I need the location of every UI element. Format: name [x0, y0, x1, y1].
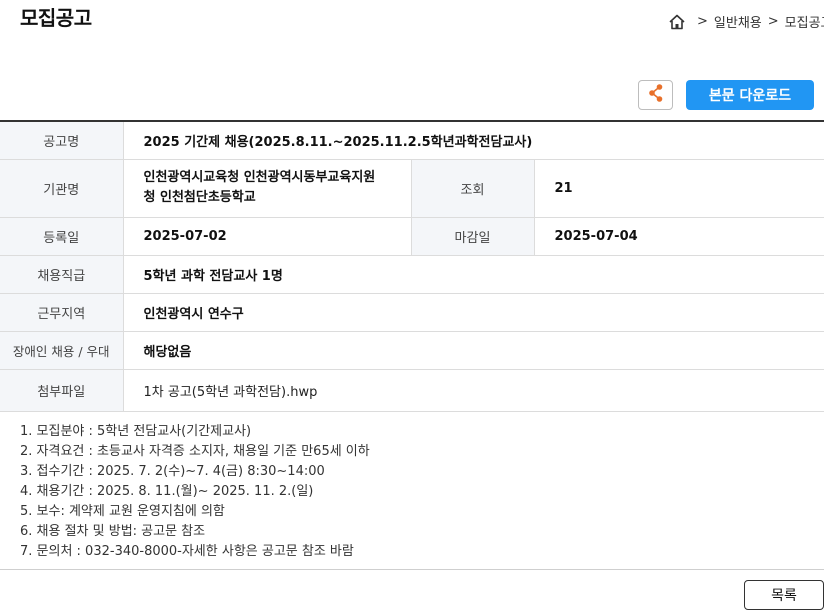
attachment-label: 첨부파일	[0, 369, 124, 412]
table-row: 첨부파일 1차 공고(5학년 과학전담).hwp	[0, 369, 824, 412]
detail-line: 3. 접수기간 : 2025. 7. 2(수)~7. 4(금) 8:30~14:…	[20, 464, 325, 479]
location-value: 인천광역시 연수구	[123, 293, 824, 332]
org-value: 인천광역시교육청 인천광역시동부교육지원 청 인천첨단초등학교	[123, 159, 411, 218]
deadline-value: 2025-07-04	[534, 217, 824, 256]
share-icon	[647, 83, 665, 107]
org-value-line: 인천광역시교육청 인천광역시동부교육지원	[143, 170, 376, 185]
detail-line: 7. 문의처 : 032-340-8000-자세한 사항은 공고문 참조 바람	[20, 544, 354, 559]
announcement-body: 1. 모집분야 : 5학년 전담교사(기간제교사) 2. 자격요건 : 초등교사…	[0, 414, 824, 570]
breadcrumb: > 일반채용 > 모집공고	[668, 12, 824, 31]
table-row: 등록일 2025-07-02 마감일 2025-07-04	[0, 217, 824, 256]
org-label: 기관명	[0, 159, 124, 218]
detail-line: 1. 모집분야 : 5학년 전담교사(기간제교사)	[20, 424, 252, 439]
detail-line: 5. 보수: 계약제 교원 운영지침에 의함	[20, 504, 225, 519]
breadcrumb-item-announcement[interactable]: 모집공고	[785, 12, 824, 31]
list-button[interactable]: 목록	[744, 580, 824, 610]
location-label: 근무지역	[0, 293, 124, 332]
table-row: 장애인 채용 / 우대 해당없음	[0, 331, 824, 370]
org-value-line: 청 인천첨단초등학교	[143, 190, 256, 205]
detail-line: 2. 자격요건 : 초등교사 자격증 소지자, 채용일 기준 만65세 이하	[20, 444, 370, 459]
position-label: 채용직급	[0, 255, 124, 294]
breadcrumb-item-general-hiring[interactable]: 일반채용	[714, 12, 762, 31]
disability-value: 해당없음	[123, 331, 824, 370]
share-button[interactable]	[638, 80, 673, 110]
views-value: 21	[534, 159, 824, 218]
download-body-button[interactable]: 본문 다운로드	[686, 80, 814, 110]
reg-date-value: 2025-07-02	[123, 217, 411, 256]
info-table: 공고명 2025 기간제 채용(2025.8.11.~2025.11.2.5학년…	[0, 120, 824, 412]
attachment-value: 1차 공고(5학년 과학전담).hwp	[123, 369, 824, 412]
title-label: 공고명	[0, 121, 124, 160]
attachment-file-link[interactable]: 1차 공고(5학년 과학전담).hwp	[144, 385, 318, 400]
page-title: 모집공고	[20, 6, 92, 30]
detail-line: 6. 채용 절차 및 방법: 공고문 참조	[20, 524, 206, 539]
table-row: 채용직급 5학년 과학 전담교사 1명	[0, 255, 824, 294]
table-row: 공고명 2025 기간제 채용(2025.8.11.~2025.11.2.5학년…	[0, 121, 824, 160]
position-value: 5학년 과학 전담교사 1명	[123, 255, 824, 294]
deadline-label: 마감일	[410, 217, 535, 256]
detail-line: 4. 채용기간 : 2025. 8. 11.(월)~ 2025. 11. 2.(…	[20, 484, 314, 499]
reg-date-label: 등록일	[0, 217, 124, 256]
title-value: 2025 기간제 채용(2025.8.11.~2025.11.2.5학년과학전담…	[123, 121, 824, 160]
views-label: 조회	[410, 159, 535, 218]
disability-label: 장애인 채용 / 우대	[0, 331, 124, 370]
table-row: 근무지역 인천광역시 연수구	[0, 293, 824, 332]
breadcrumb-separator: >	[697, 14, 708, 29]
breadcrumb-separator: >	[767, 14, 779, 29]
home-icon[interactable]	[668, 13, 686, 31]
table-row: 기관명 인천광역시교육청 인천광역시동부교육지원 청 인천첨단초등학교 조회 2…	[0, 159, 824, 218]
